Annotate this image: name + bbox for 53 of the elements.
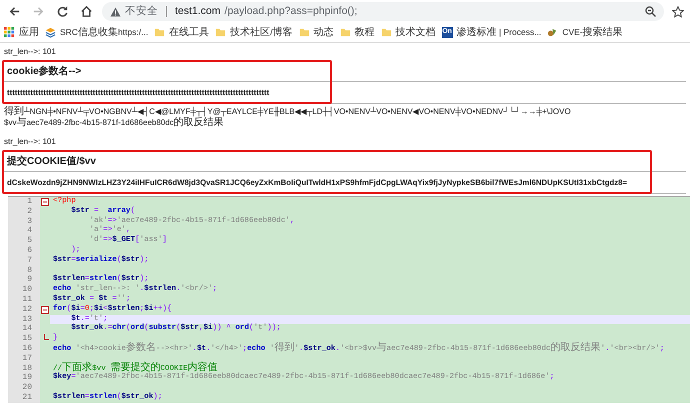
layers-icon [45, 27, 56, 38]
output-text: str_len-->: 101 [4, 47, 56, 56]
line-number: 1 [27, 197, 32, 206]
line-number: 4 [27, 226, 32, 236]
output-text: 得到┴NGN╪•NFNV┴╤VO•NGBNV┴◀┤C◀@LMYF╪┬┤Y@┬EAYLCE╪YE╫BLB◀◀┬LD┼┤VO•NENV┴VO•NENV◀VO•NENV╪VO•NEDNV┘└┘→→╪+\JOVO [4, 107, 571, 116]
warning-icon [110, 6, 121, 16]
star-icon[interactable] [672, 6, 684, 18]
bookmark[interactable]: 技术社区/博客 [215, 26, 293, 39]
fold-toggle-icon[interactable] [41, 306, 49, 314]
output-text: str_len-->: 101 [4, 137, 56, 146]
bookmark[interactable]: 在线工具 [154, 26, 210, 39]
line-number: 9 [27, 275, 32, 284]
folder-icon [215, 27, 226, 38]
folder-icon [340, 27, 351, 38]
line-number: 18 [22, 364, 32, 373]
line-number: 6 [27, 246, 32, 255]
line-number: 17 [22, 354, 32, 363]
line-number: 14 [22, 324, 32, 334]
bookmark[interactable]: SRC信息收集https:/... [45, 26, 148, 39]
line-number: 2 [27, 206, 32, 216]
folder-icon [154, 27, 166, 38]
line-number: 7 [27, 256, 32, 265]
line-number: 8 [27, 266, 32, 275]
site-icon [547, 27, 558, 38]
line-number: 21 [22, 392, 32, 402]
apps-grid-icon [4, 27, 15, 38]
url-path: /payload.php?ass=phpinfo(); [224, 4, 358, 19]
line-number: 16 [22, 344, 32, 353]
zoom-icon[interactable] [645, 6, 656, 17]
output-heading: cookie参数名--> [7, 66, 82, 78]
folder-icon [298, 27, 310, 38]
address-bar[interactable]: 不安全 test1.com /payload.php?ass=phpinfo(); [102, 2, 664, 21]
output-heading: 提交COOKIE值/$vv [7, 156, 97, 168]
line-number: 11 [22, 294, 32, 304]
folder-icon [380, 27, 392, 38]
bookmark[interactable]: 应用 [4, 26, 39, 39]
fold-end-icon [44, 334, 49, 340]
bookmark[interactable]: 动态 [298, 26, 334, 39]
line-number: 15 [22, 334, 32, 344]
line-number: 12 [22, 304, 32, 314]
line-number: 20 [22, 383, 32, 392]
bookmark[interactable]: 教程 [340, 26, 375, 39]
line-number: 3 [27, 216, 32, 226]
output-text: $vv与aec7e489-2fbc-4b15-871f-1d686eeb80dc的取反结果 [4, 118, 224, 127]
fold-toggle-icon[interactable] [41, 198, 49, 206]
bookmark[interactable]: 技术文档 [380, 26, 436, 39]
line-number: 19 [22, 373, 32, 382]
security-label: 不安全 [125, 4, 158, 19]
line-number: 13 [22, 314, 32, 324]
bookmark[interactable]: CVE-搜索结果 [547, 26, 623, 39]
url-host: test1.com [175, 4, 221, 19]
line-number: 10 [22, 285, 32, 294]
line-number: 5 [27, 236, 32, 246]
